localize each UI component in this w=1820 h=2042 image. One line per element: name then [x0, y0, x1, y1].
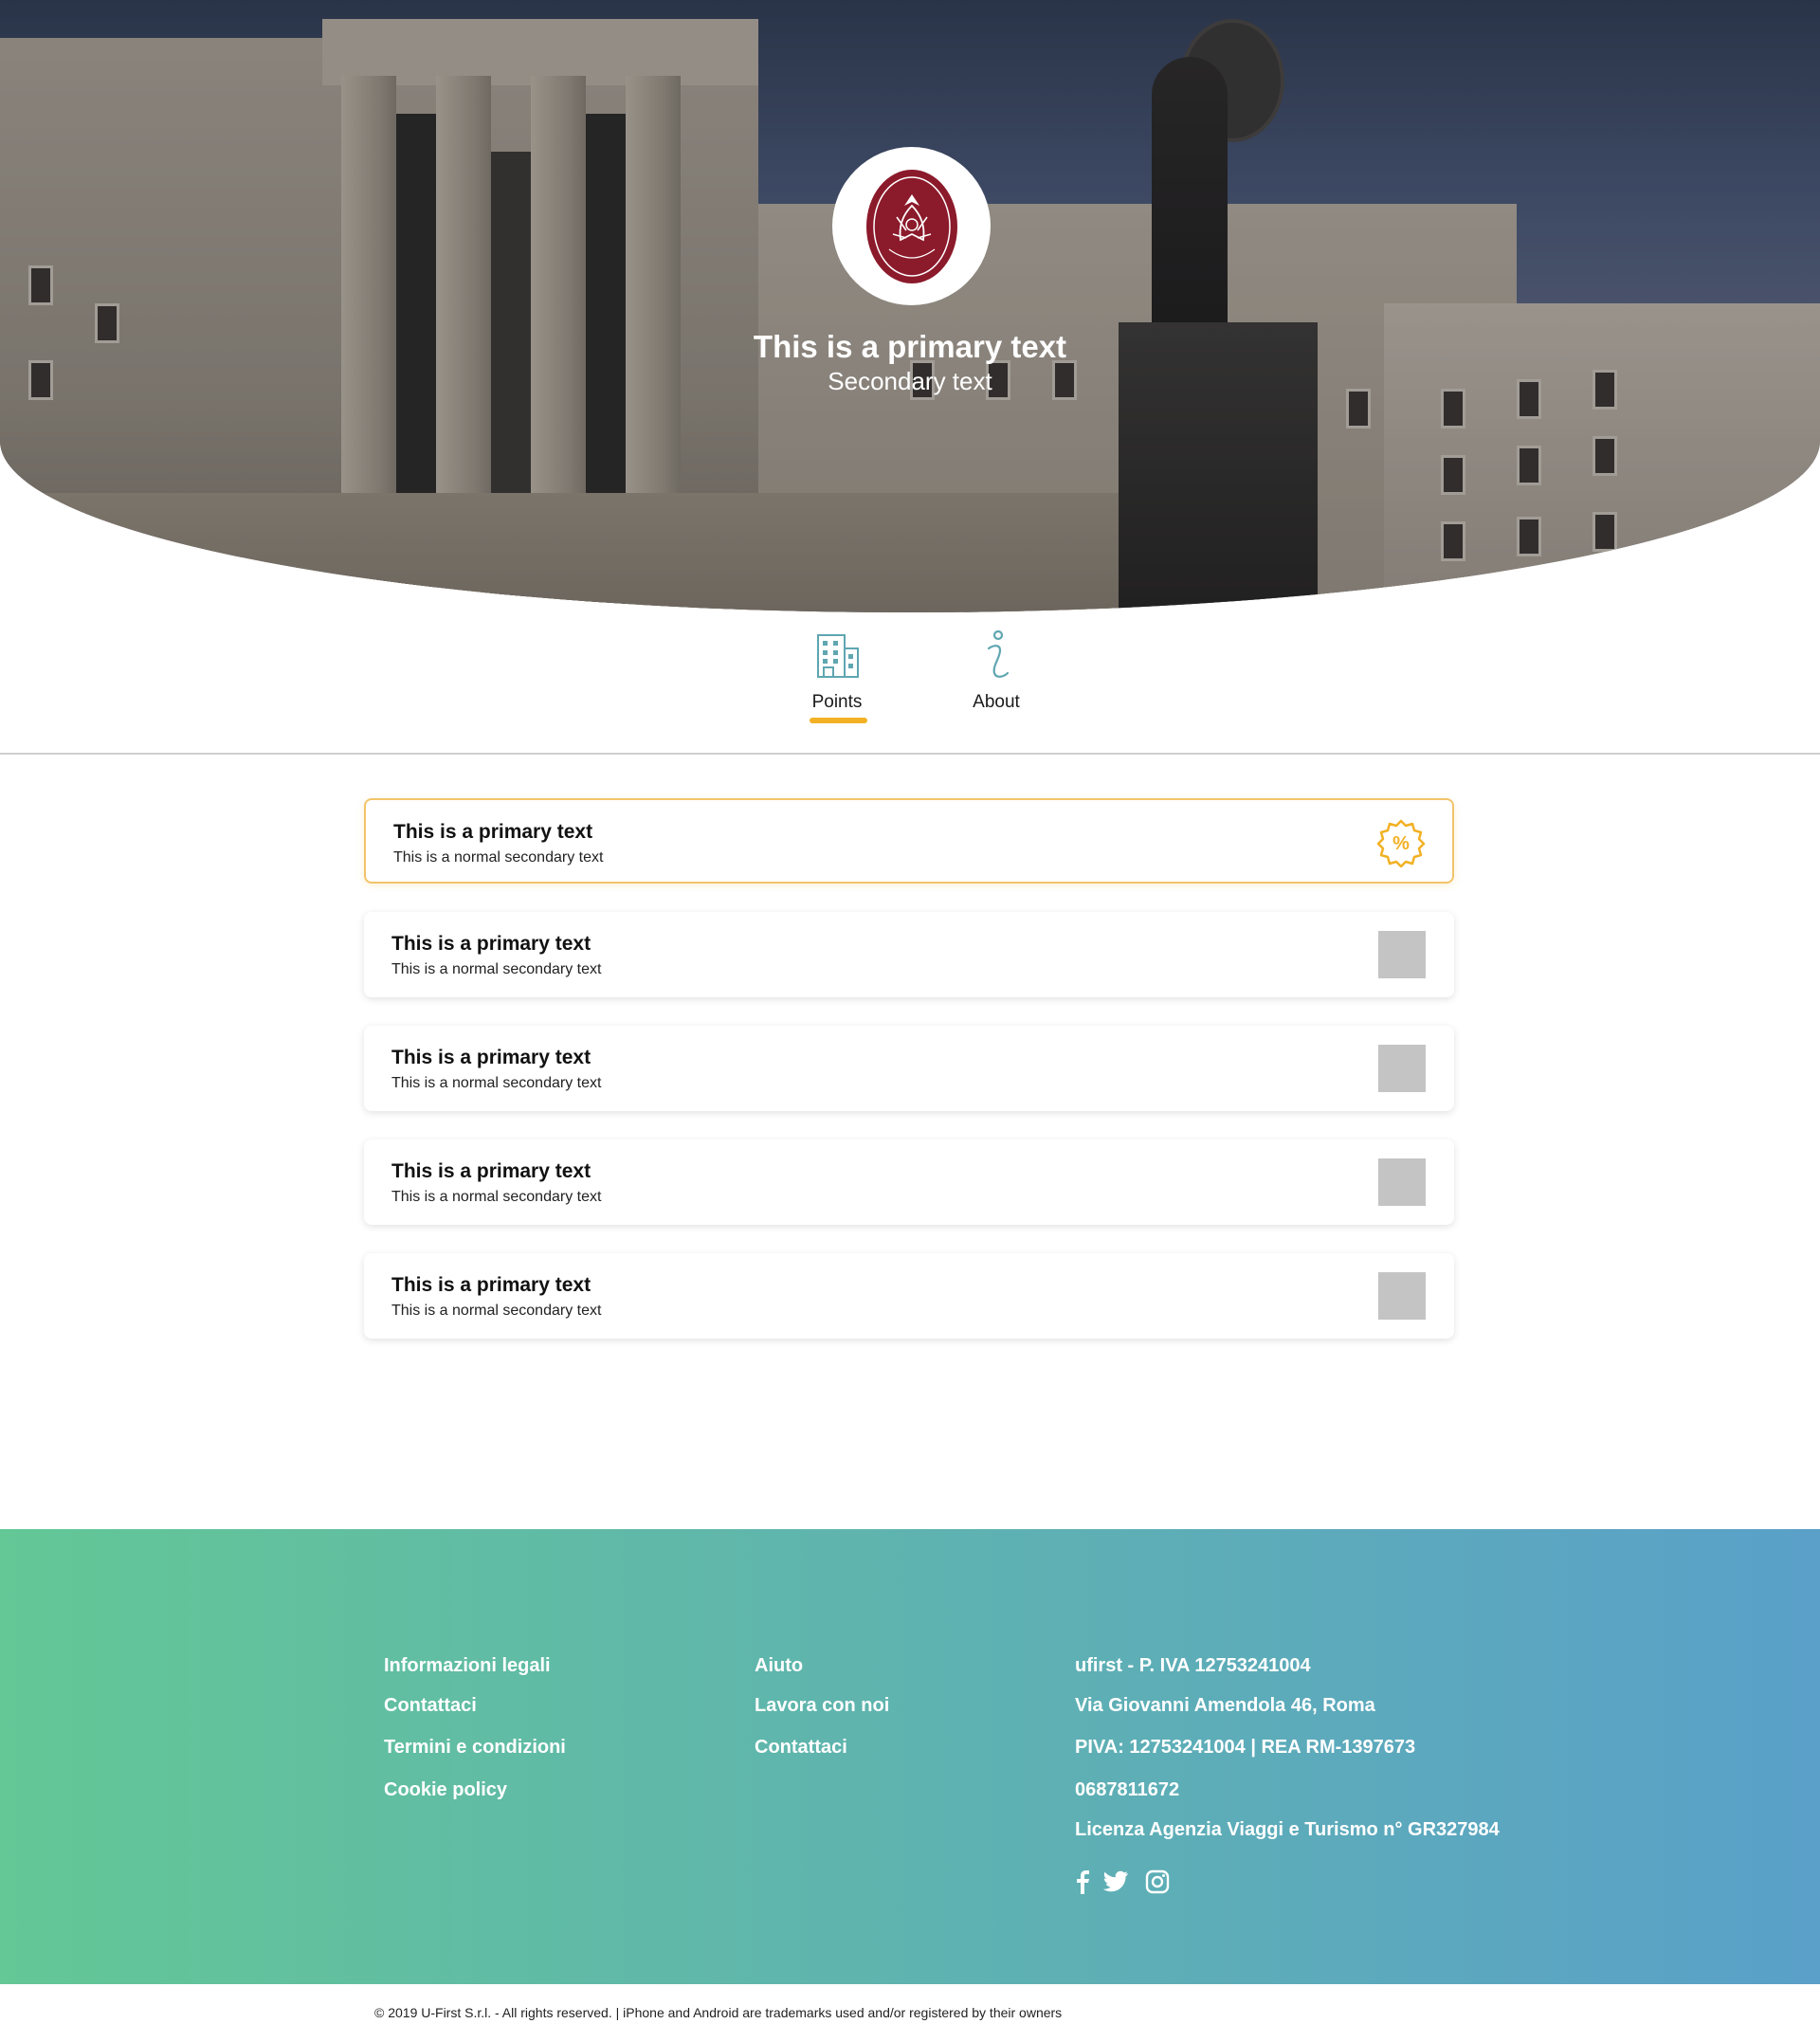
twitter-icon[interactable]	[1102, 1869, 1129, 1894]
placeholder-thumbnail	[1378, 1272, 1426, 1320]
card-secondary-text: This is a normal secondary text	[391, 961, 602, 977]
point-card[interactable]: This is a primary text This is a normal …	[364, 1140, 1454, 1225]
info-icon	[987, 629, 1010, 678]
hero-overlay	[0, 0, 1820, 612]
university-logo	[832, 147, 991, 305]
footer-link-terms[interactable]: Termini e condizioni	[384, 1737, 566, 1759]
point-card[interactable]: This is a primary text This is a normal …	[364, 912, 1454, 997]
point-card[interactable]: This is a primary text This is a normal …	[364, 1026, 1454, 1111]
placeholder-thumbnail	[1378, 1158, 1426, 1206]
card-secondary-text: This is a normal secondary text	[391, 1189, 602, 1205]
footer-link-contact[interactable]: Contattaci	[384, 1695, 477, 1717]
placeholder-thumbnail	[1378, 931, 1426, 978]
svg-text:%: %	[1392, 833, 1410, 854]
hero-banner	[0, 0, 1820, 612]
card-primary-text: This is a primary text	[393, 821, 593, 843]
tab-points-label: Points	[811, 692, 863, 712]
point-card[interactable]: This is a primary text This is a normal …	[364, 798, 1454, 884]
footer-link-careers[interactable]: Lavora con noi	[755, 1695, 889, 1717]
card-secondary-text: This is a normal secondary text	[391, 1303, 602, 1319]
company-rea: PIVA: 12753241004 | REA RM-1397673	[1075, 1737, 1416, 1758]
placeholder-thumbnail	[1378, 1045, 1426, 1092]
card-primary-text: This is a primary text	[391, 1047, 592, 1068]
tab-about-label: About	[973, 692, 1020, 712]
instagram-icon[interactable]	[1145, 1869, 1170, 1894]
discount-badge-icon: %	[1376, 819, 1426, 867]
company-vat: ufirst - P. IVA 12753241004	[1075, 1655, 1311, 1676]
tab-about[interactable]: About	[939, 626, 1053, 713]
university-seal-icon	[865, 169, 957, 283]
card-primary-text: This is a primary text	[391, 933, 592, 955]
footer-link-cookie-policy[interactable]: Cookie policy	[384, 1779, 507, 1801]
company-phone: 0687811672	[1075, 1779, 1180, 1800]
card-secondary-text: This is a normal secondary text	[391, 1075, 602, 1091]
card-secondary-text: This is a normal secondary text	[393, 849, 604, 866]
tabs-divider	[0, 753, 1820, 755]
footer-link-legal-info[interactable]: Informazioni legali	[384, 1655, 551, 1677]
footer-link-contact-2[interactable]: Contattaci	[755, 1737, 847, 1759]
copyright-text: © 2019 U-First S.r.l. - All rights reser…	[374, 2005, 1063, 2020]
company-address: Via Giovanni Amendola 46, Roma	[1075, 1695, 1375, 1716]
footer-link-help[interactable]: Aiuto	[755, 1655, 803, 1677]
active-tab-indicator	[810, 718, 867, 723]
hero-title: This is a primary text	[753, 329, 1067, 364]
tab-points[interactable]: Points	[780, 626, 894, 713]
building-icon	[817, 634, 859, 678]
card-primary-text: This is a primary text	[391, 1274, 592, 1296]
hero-subtitle: Secondary text	[828, 367, 992, 395]
point-card[interactable]: This is a primary text This is a normal …	[364, 1253, 1454, 1339]
company-license: Licenza Agenzia Viaggi e Turismo n° GR32…	[1075, 1819, 1500, 1840]
footer	[0, 1529, 1820, 1984]
tab-bar: Points About	[0, 626, 1820, 754]
card-primary-text: This is a primary text	[391, 1160, 592, 1182]
facebook-icon[interactable]	[1071, 1869, 1096, 1894]
